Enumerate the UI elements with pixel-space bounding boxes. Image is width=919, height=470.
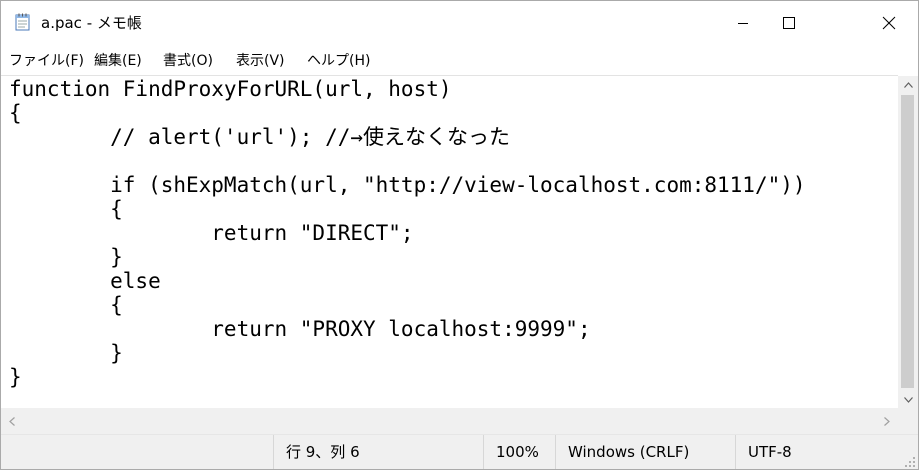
arrow-left-icon: [9, 416, 15, 426]
maximize-icon: [783, 17, 795, 29]
minimize-button[interactable]: [720, 1, 766, 45]
menu-view[interactable]: 表示(V): [236, 52, 285, 70]
notepad-window: a.pac - メモ帳 ファイル(F) 編集(E) 書式(O) 表示(V) ヘル…: [0, 0, 919, 470]
code-line: else: [9, 269, 161, 293]
close-button[interactable]: [866, 1, 912, 45]
close-icon: [882, 16, 896, 30]
minimize-icon: [738, 23, 748, 24]
code-line: {: [9, 293, 123, 317]
menu-edit[interactable]: 編集(E): [94, 52, 142, 70]
arrow-right-icon: [884, 416, 890, 426]
status-zoom: 100%: [483, 435, 555, 469]
maximize-button[interactable]: [766, 1, 812, 45]
code-line: return "DIRECT";: [9, 221, 414, 245]
vertical-scroll-thumb[interactable]: [901, 95, 914, 388]
title-bar[interactable]: a.pac - メモ帳: [1, 1, 918, 45]
status-cursor-position: 行 9、列 6: [273, 435, 483, 469]
scrollbar-corner: [898, 408, 918, 434]
code-line: {: [9, 197, 123, 221]
window-title: a.pac - メモ帳: [41, 14, 142, 32]
menu-format[interactable]: 書式(O): [163, 52, 213, 70]
status-line-ending: Windows (CRLF): [555, 435, 735, 469]
code-line: // alert('url'); //→使えなくなった: [9, 125, 511, 149]
scroll-down-button[interactable]: [898, 391, 918, 408]
vertical-scrollbar[interactable]: [898, 76, 918, 408]
scroll-right-button[interactable]: [876, 408, 898, 434]
status-bar: 行 9、列 6 100% Windows (CRLF) UTF-8: [1, 434, 918, 469]
horizontal-scrollbar[interactable]: [1, 408, 898, 434]
arrow-up-icon: [903, 81, 913, 88]
scroll-left-button[interactable]: [1, 408, 23, 434]
text-editor[interactable]: function FindProxyForURL(url, host) { //…: [1, 75, 898, 409]
arrow-down-icon: [903, 396, 913, 403]
status-encoding: UTF-8: [735, 435, 918, 469]
menu-file[interactable]: ファイル(F): [9, 52, 84, 70]
code-line: }: [9, 365, 22, 389]
notepad-icon: [15, 13, 31, 31]
menu-help[interactable]: ヘルプ(H): [307, 52, 370, 70]
code-line: }: [9, 245, 123, 269]
code-line: {: [9, 101, 22, 125]
code-line: }: [9, 341, 123, 365]
code-line: if (shExpMatch(url, "http://view-localho…: [9, 173, 806, 197]
code-line: return "PROXY localhost:9999";: [9, 317, 591, 341]
scroll-up-button[interactable]: [898, 76, 918, 93]
code-line: function FindProxyForURL(url, host): [9, 77, 452, 101]
resize-grip-icon[interactable]: [904, 456, 916, 468]
menu-bar: ファイル(F) 編集(E) 書式(O) 表示(V) ヘルプ(H): [1, 47, 918, 75]
